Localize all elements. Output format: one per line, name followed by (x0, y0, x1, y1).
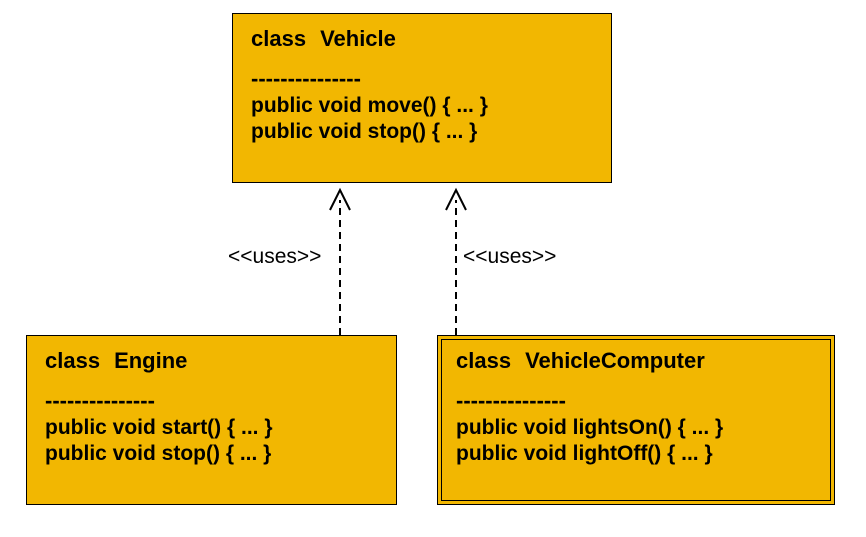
class-keyword: class (251, 26, 306, 51)
class-title: class VehicleComputer (456, 348, 816, 374)
class-name: VehicleComputer (525, 348, 705, 373)
uses-arrow-head-icon (330, 190, 350, 210)
diagram-canvas: class Vehicle --------------- public void… (0, 0, 866, 537)
class-keyword: class (456, 348, 511, 373)
class-box-engine: class Engine --------------- public void … (26, 335, 397, 505)
class-method: public void lightOff() { ... } (456, 442, 816, 466)
class-box-vehicle: class Vehicle --------------- public void… (232, 13, 612, 183)
class-method: public void move() { ... } (251, 94, 593, 118)
uses-arrow-head-icon (446, 190, 466, 210)
class-divider: --------------- (45, 388, 378, 414)
class-name: Vehicle (320, 26, 396, 51)
class-method: public void lightsOn() { ... } (456, 416, 816, 440)
class-box-computer: class VehicleComputer --------------- pub… (437, 335, 835, 505)
relation-label-left: <<uses>> (228, 245, 321, 269)
class-title: class Engine (45, 348, 378, 374)
class-divider: --------------- (456, 388, 816, 414)
class-method: public void stop() { ... } (251, 120, 593, 144)
class-title: class Vehicle (251, 26, 593, 52)
class-keyword: class (45, 348, 100, 373)
relation-label-right: <<uses>> (463, 245, 556, 269)
class-method: public void stop() { ... } (45, 442, 378, 466)
class-method: public void start() { ... } (45, 416, 378, 440)
class-divider: --------------- (251, 66, 593, 92)
class-name: Engine (114, 348, 187, 373)
